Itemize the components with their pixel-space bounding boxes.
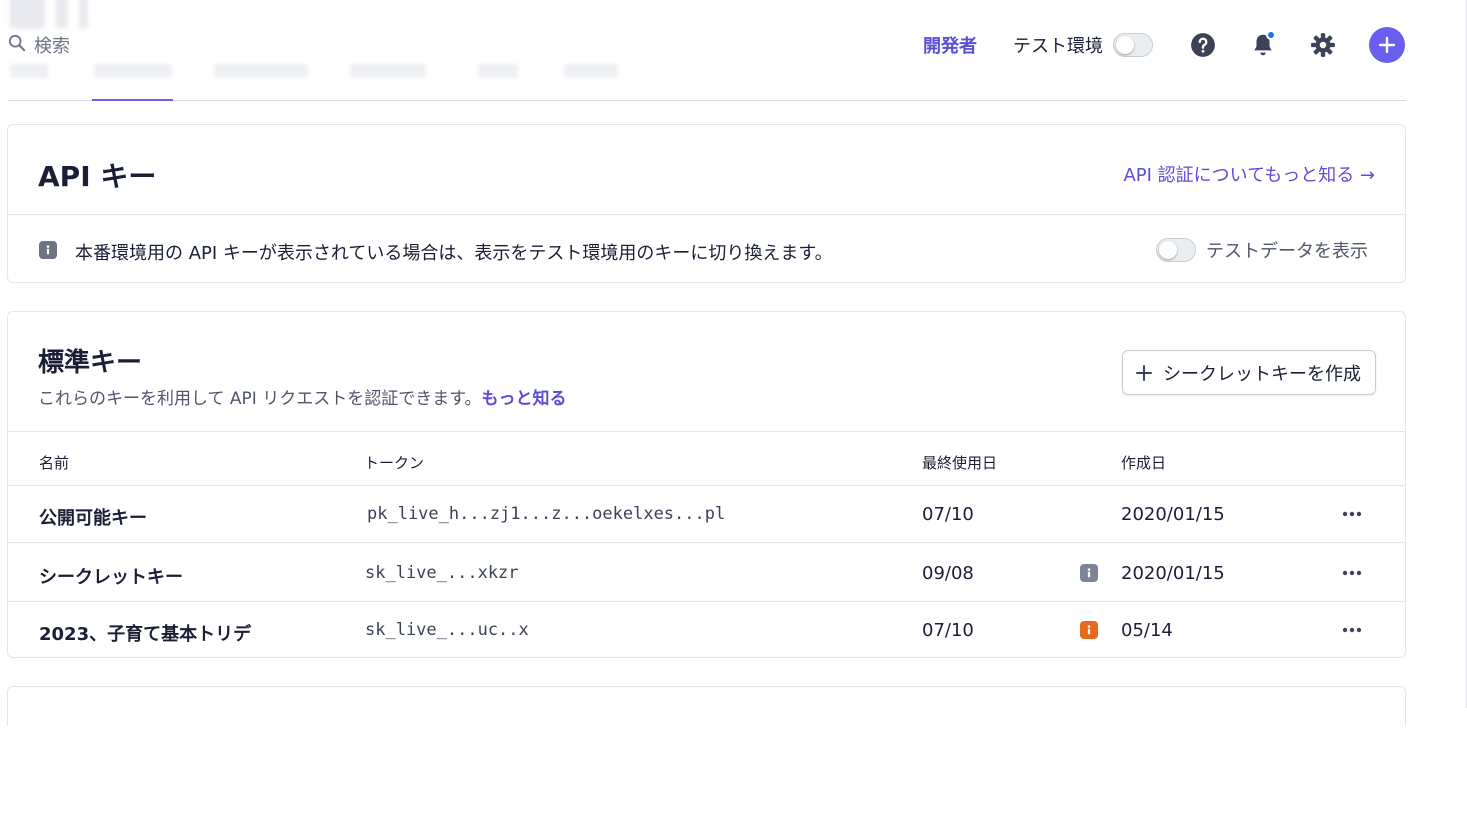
more-icon[interactable] (1340, 502, 1364, 526)
key-created: 2020/01/15 (1121, 504, 1225, 525)
table-row[interactable]: シークレットキー sk_live_...xkzr 09/08 2020/01/1… (8, 545, 1405, 602)
create-plus-button[interactable] (1369, 27, 1405, 63)
plus-icon (1136, 364, 1152, 381)
more-icon[interactable] (1340, 618, 1364, 642)
search-input[interactable]: 検索 (34, 32, 70, 58)
api-keys-title: API キー (38, 160, 157, 193)
tab-faded[interactable] (564, 64, 618, 78)
search-bar[interactable]: 検索 (8, 32, 70, 58)
key-token[interactable]: sk_live_...xkzr (365, 563, 519, 583)
key-created: 2020/01/15 (1121, 563, 1225, 584)
key-name: 公開可能キー (39, 508, 147, 529)
tab-faded[interactable] (10, 64, 48, 78)
table-row[interactable]: 2023、子育て基本トリデ sk_live_...uc..x 07/10 05/… (8, 602, 1405, 659)
more-icon[interactable] (1340, 561, 1364, 585)
table-header: 名前 トークン 最終使用日 作成日 (8, 431, 1405, 486)
divider (8, 214, 1405, 215)
help-icon[interactable] (1189, 31, 1217, 59)
standard-keys-subtitle: これらのキーを利用して API リクエストを認証できます。もっと知る (38, 384, 567, 409)
gear-icon[interactable] (1309, 31, 1337, 59)
info-icon[interactable] (1080, 564, 1098, 582)
developer-link[interactable]: 開発者 (923, 32, 977, 58)
notification-dot (1266, 30, 1276, 40)
info-icon (39, 241, 57, 259)
tab-faded-active[interactable] (94, 64, 172, 78)
key-last-used: 07/10 (922, 620, 974, 641)
bell-icon[interactable] (1249, 30, 1277, 59)
key-name: 2023、子育て基本トリデ (39, 624, 252, 645)
live-key-notice: 本番環境用の API キーが表示されている場合は、表示をテスト環境用のキーに切り… (75, 243, 833, 264)
tab-bar (8, 62, 1406, 101)
key-created: 05/14 (1121, 620, 1173, 641)
tab-faded[interactable] (214, 64, 308, 78)
create-secret-key-button[interactable]: シークレットキーを作成 (1122, 350, 1376, 395)
tab-faded[interactable] (350, 64, 426, 78)
api-keys-card: API キー API 認証についてもっと知る → 本番環境用の API キーが表… (7, 124, 1406, 283)
create-secret-key-label: シークレットキーを作成 (1163, 363, 1361, 385)
column-header-last-used: 最終使用日 (922, 454, 998, 472)
subtitle-text: これらのキーを利用して API リクエストを認証できます。 (38, 389, 482, 409)
plus-icon (1378, 36, 1396, 54)
column-header-name: 名前 (39, 454, 70, 472)
column-header-created: 作成日 (1121, 454, 1167, 472)
learn-more-link[interactable]: もっと知る (482, 389, 567, 409)
key-name: シークレットキー (39, 567, 183, 588)
test-data-label: テストデータを表示 (1206, 241, 1368, 262)
top-navigation: 開発者 テスト環境 (923, 26, 1405, 64)
key-last-used: 09/08 (922, 563, 974, 584)
test-env-toggle[interactable] (1113, 33, 1153, 57)
table-row[interactable]: 公開可能キー pk_live_h...zj1...z...oekelxes...… (8, 486, 1405, 543)
standard-keys-title: 標準キー (38, 348, 143, 378)
info-icon[interactable] (1080, 621, 1098, 639)
search-icon (8, 34, 26, 57)
next-card-partial (7, 686, 1406, 726)
test-env-label: テスト環境 (1013, 36, 1103, 57)
test-data-toggle-group: テストデータを表示 (1156, 237, 1368, 263)
column-header-token: トークン (364, 454, 425, 472)
faded-page-title: █▌▌▍ (10, 0, 103, 29)
active-tab-indicator (92, 99, 173, 101)
learn-api-auth-link[interactable]: API 認証についてもっと知る → (1123, 161, 1375, 187)
tab-faded[interactable] (478, 64, 518, 78)
test-data-toggle[interactable] (1156, 238, 1196, 262)
key-token[interactable]: sk_live_...uc..x (365, 620, 529, 640)
key-token[interactable]: pk_live_h...zj1...z...oekelxes...pl (367, 504, 725, 524)
standard-keys-card: 標準キー これらのキーを利用して API リクエストを認証できます。もっと知る … (7, 311, 1406, 658)
key-last-used: 07/10 (922, 504, 974, 525)
